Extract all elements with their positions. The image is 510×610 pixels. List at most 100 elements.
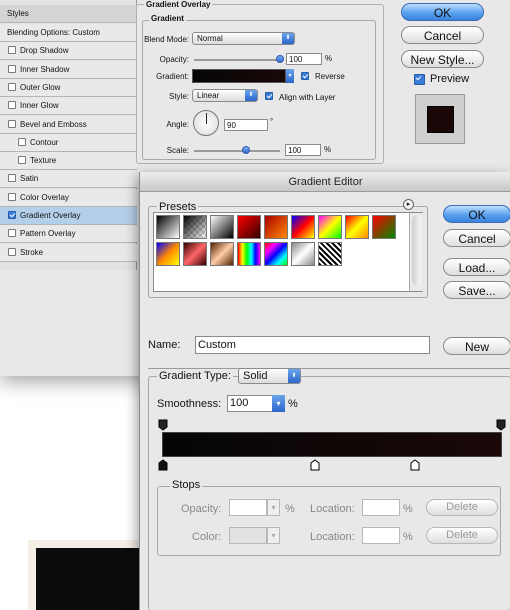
color-stop-right[interactable] xyxy=(410,459,420,471)
angle-dial[interactable] xyxy=(193,110,219,136)
preset-swatch[interactable] xyxy=(318,242,342,266)
preset-swatch[interactable] xyxy=(237,215,261,239)
stop-opacity-location-field[interactable] xyxy=(362,499,400,516)
preset-swatch[interactable] xyxy=(237,242,261,266)
color-midpoint-stop[interactable] xyxy=(310,459,320,471)
stop-opacity-dropdown-icon[interactable]: ▾ xyxy=(267,499,280,516)
stop-opacity-field[interactable] xyxy=(229,499,267,516)
delete-color-stop-button[interactable]: Delete xyxy=(426,527,498,544)
gradient-group-title: Gradient xyxy=(149,14,186,23)
gradient-type-popup[interactable]: Solid ⬍ xyxy=(238,368,301,384)
style-item[interactable]: Pattern Overlay xyxy=(0,225,137,244)
style-popup[interactable]: Linear ⬍ xyxy=(192,89,258,102)
reverse-label: Reverse xyxy=(315,72,345,81)
opacity-unit: % xyxy=(325,54,333,63)
style-item-checkbox[interactable] xyxy=(18,156,26,165)
opacity-stop-left[interactable] xyxy=(158,419,168,431)
name-field[interactable]: Custom xyxy=(195,336,430,354)
stop-color-dropdown-icon[interactable]: ▾ xyxy=(267,527,280,544)
style-item-checkbox[interactable] xyxy=(8,64,16,73)
preset-swatch[interactable] xyxy=(210,215,234,239)
scale-field[interactable]: 100 xyxy=(285,144,321,156)
preset-swatch[interactable] xyxy=(156,242,180,266)
scale-slider-knob[interactable] xyxy=(242,146,250,154)
style-item[interactable]: Outer Glow xyxy=(0,78,137,97)
style-item-checkbox[interactable] xyxy=(8,101,16,110)
presets-scroll-thumb[interactable] xyxy=(412,215,421,285)
gradient-type-label: Gradient Type: xyxy=(157,370,233,382)
presets-menu-icon[interactable]: ▸ xyxy=(403,199,414,210)
delete-opacity-stop-button[interactable]: Delete xyxy=(426,499,498,516)
align-with-layer-checkbox[interactable] xyxy=(265,92,273,100)
style-item-checkbox[interactable] xyxy=(8,211,16,219)
style-label: Style: xyxy=(168,92,189,101)
gradient-bar[interactable] xyxy=(162,432,502,457)
opacity-slider[interactable] xyxy=(194,59,280,61)
stops-label: Stops xyxy=(170,479,203,491)
style-item[interactable]: Bevel and Emboss xyxy=(0,115,137,134)
blend-mode-popup[interactable]: Normal ⬍ xyxy=(192,32,295,45)
preset-swatch[interactable] xyxy=(318,215,342,239)
new-style-button[interactable]: New Style... xyxy=(401,50,484,68)
style-item[interactable]: Stroke xyxy=(0,243,137,262)
new-gradient-button[interactable]: New xyxy=(443,337,510,355)
smoothness-dropdown-icon[interactable]: ▾ xyxy=(272,395,285,412)
gradient-label: Gradient: xyxy=(156,72,189,81)
presets-scrollbar[interactable] xyxy=(409,213,423,291)
style-item[interactable]: Gradient Overlay xyxy=(0,207,137,225)
preset-swatch[interactable] xyxy=(183,215,207,239)
opacity-slider-knob[interactable] xyxy=(276,55,284,63)
angle-dial-needle xyxy=(206,113,207,124)
style-item-checkbox[interactable] xyxy=(8,192,16,201)
style-item-checkbox[interactable] xyxy=(8,119,16,128)
preset-swatch[interactable] xyxy=(264,215,288,239)
stop-opacity-location-unit: % xyxy=(403,503,413,515)
stop-color-swatch[interactable] xyxy=(229,527,267,544)
preset-swatch[interactable] xyxy=(264,242,288,266)
ge-cancel-button[interactable]: Cancel xyxy=(443,229,510,247)
preset-swatch[interactable] xyxy=(210,242,234,266)
style-item-checkbox[interactable] xyxy=(18,137,26,146)
gradient-dropdown-icon[interactable]: ▾ xyxy=(286,69,294,83)
style-item-checkbox[interactable] xyxy=(8,82,16,91)
style-item[interactable]: Color Overlay xyxy=(0,188,137,207)
gradient-preview-swatch[interactable] xyxy=(192,69,286,83)
ge-ok-button[interactable]: OK xyxy=(443,205,510,223)
preset-swatch[interactable] xyxy=(291,215,315,239)
preset-swatch[interactable] xyxy=(156,215,180,239)
gradient-overlay-title: Gradient Overlay xyxy=(144,0,213,9)
style-item-label: Inner Shadow xyxy=(20,64,70,74)
style-item-checkbox[interactable] xyxy=(8,46,16,55)
scale-slider[interactable] xyxy=(194,150,280,152)
preset-swatch[interactable] xyxy=(372,215,396,239)
opacity-field[interactable]: 100 xyxy=(286,53,322,65)
style-item-checkbox[interactable] xyxy=(8,229,16,238)
ge-load-button[interactable]: Load... xyxy=(443,258,510,276)
stop-color-location-field[interactable] xyxy=(362,527,400,544)
style-item[interactable]: Inner Glow xyxy=(0,97,137,116)
style-item[interactable]: Blending Options: Custom xyxy=(0,24,137,42)
angle-field[interactable]: 90 xyxy=(224,119,268,131)
style-item[interactable]: Texture xyxy=(0,152,137,171)
popup-arrows-icon: ⬍ xyxy=(288,369,300,383)
cancel-button[interactable]: Cancel xyxy=(401,26,484,44)
style-item[interactable]: Contour xyxy=(0,133,137,152)
style-item-checkbox[interactable] xyxy=(8,174,16,183)
style-item[interactable]: Inner Shadow xyxy=(0,60,137,79)
ok-button[interactable]: OK xyxy=(401,3,484,21)
color-stop-left[interactable] xyxy=(158,459,168,471)
preset-swatch[interactable] xyxy=(345,215,369,239)
reverse-checkbox[interactable] xyxy=(301,72,309,80)
style-item[interactable]: Satin xyxy=(0,170,137,189)
style-item-checkbox[interactable] xyxy=(8,247,16,256)
opacity-stop-right[interactable] xyxy=(496,419,506,431)
smoothness-field[interactable]: 100 xyxy=(227,395,273,412)
style-item-label: Outer Glow xyxy=(20,82,61,92)
style-item-label: Drop Shadow xyxy=(20,46,69,56)
preset-swatch[interactable] xyxy=(291,242,315,266)
preview-checkbox[interactable] xyxy=(414,74,425,85)
style-item[interactable]: Drop Shadow xyxy=(0,42,137,61)
ge-save-button[interactable]: Save... xyxy=(443,281,510,299)
style-item-label: Contour xyxy=(30,137,59,147)
preset-swatch[interactable] xyxy=(183,242,207,266)
